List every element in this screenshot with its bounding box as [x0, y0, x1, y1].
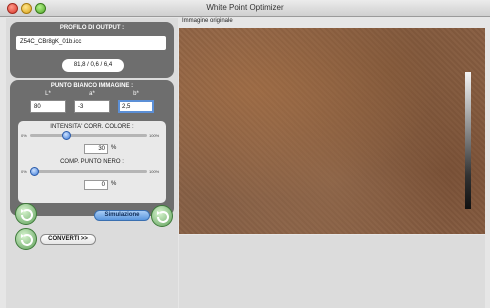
black-point-slider-track[interactable] [30, 170, 147, 173]
a-star-input[interactable]: -3 [74, 100, 110, 113]
black-point-percent-sign: % [111, 181, 117, 187]
convert-button[interactable]: CONVERTI >> [40, 234, 96, 245]
refresh-arrow-icon [21, 234, 33, 246]
profile-lab-readout: 81,8 / 0,6 / 6,4 [62, 59, 124, 72]
refresh-arrow-icon [21, 209, 33, 221]
refresh-arrow-icon [157, 211, 169, 223]
simulation-button[interactable]: Simulazione [94, 210, 150, 221]
original-image-preview [179, 28, 485, 234]
color-correction-slider-knob[interactable] [62, 131, 72, 140]
image-label: Immagine originale [182, 18, 233, 24]
title-bar: White Point Optimizer [0, 0, 490, 17]
color-correction-value-field[interactable]: 30 [84, 144, 108, 154]
white-point-panel: PUNTO BIANCO IMMAGINE : L* a* b* 80 -3 2… [10, 80, 174, 216]
black-point-slider-knob[interactable] [30, 167, 39, 176]
white-point-title: PUNTO BIANCO IMMAGINE : [50, 83, 134, 89]
black-point-max-label: 100% [149, 169, 160, 174]
color-correction-slider-track[interactable] [30, 134, 147, 137]
black-point-title: COMP. PUNTO NERO : [60, 159, 124, 165]
b-star-label: b* [133, 91, 139, 97]
app-window: White Point Optimizer PROFILO DI OUTPUT … [0, 0, 490, 308]
window-title: White Point Optimizer [206, 3, 284, 12]
color-correction-max-label: 100% [149, 133, 160, 138]
b-star-input[interactable]: 2,5 [118, 100, 154, 113]
color-correction-title: INTENSITA' CORR. COLORE : [50, 124, 134, 130]
convert-refresh-icon[interactable] [15, 228, 37, 250]
black-point-value-field[interactable]: 0 [84, 180, 108, 190]
control-sidebar: PROFILO DI OUTPUT : Z54C_CBr8gK_01b.icc … [6, 18, 178, 308]
color-correction-min-label: 0% [21, 133, 27, 138]
color-correction-percent-sign: % [111, 145, 117, 151]
output-profile-title: PROFILO DI OUTPUT : [59, 25, 125, 31]
adjustments-box: INTENSITA' CORR. COLORE : 0% 100% 30 % C… [18, 121, 166, 203]
refresh-icon[interactable] [15, 203, 37, 225]
image-area-background [179, 235, 485, 308]
output-profile-panel: PROFILO DI OUTPUT : Z54C_CBr8gK_01b.icc … [10, 22, 174, 78]
simulation-refresh-icon[interactable] [151, 205, 173, 227]
profile-filename-field[interactable]: Z54C_CBr8gK_01b.icc [16, 36, 166, 50]
gray-ramp [465, 72, 471, 209]
l-star-label: L* [45, 91, 51, 97]
black-point-min-label: 0% [21, 169, 27, 174]
a-star-label: a* [89, 91, 95, 97]
l-star-input[interactable]: 80 [30, 100, 66, 113]
